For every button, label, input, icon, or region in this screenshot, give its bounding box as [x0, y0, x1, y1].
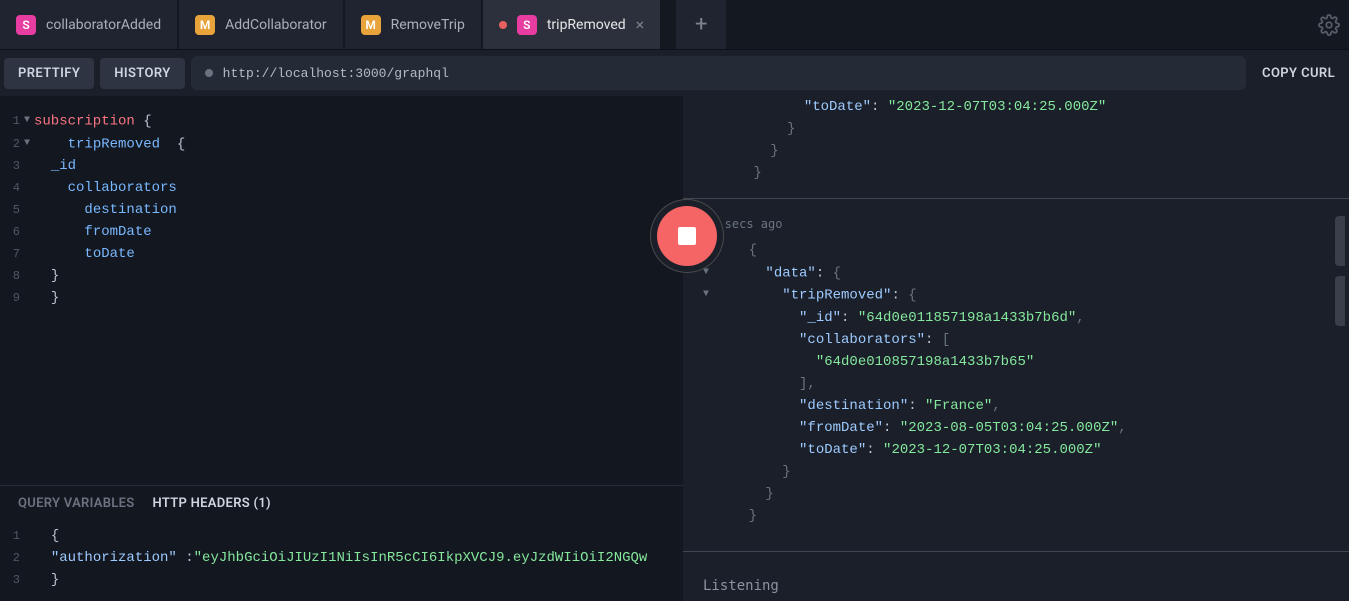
code-line: 1▼subscription {	[4, 110, 683, 133]
tab-label: tripRemoved	[547, 17, 626, 33]
code-line: 3 _id	[4, 155, 683, 177]
tab-label: AddCollaborator	[225, 17, 327, 33]
prettify-button[interactable]: PRETTIFY	[4, 58, 94, 89]
endpoint-url: http://localhost:3000/graphql	[223, 66, 449, 81]
code-line: 4 collaborators	[4, 177, 683, 199]
new-tab-button[interactable]: +	[676, 0, 726, 49]
status-dot-icon	[205, 69, 213, 77]
tab-add-collaborator[interactable]: M AddCollaborator	[179, 0, 343, 49]
settings-button[interactable]	[1309, 0, 1349, 49]
code-line: 3 }	[4, 569, 683, 591]
result-pane[interactable]: "toDate": "2023-12-07T03:04:25.000Z" } }…	[683, 96, 1349, 601]
unsaved-dot-icon	[499, 21, 507, 29]
endpoint-input[interactable]: http://localhost:3000/graphql	[191, 56, 1246, 90]
code-line: 8 }	[4, 265, 683, 287]
tab-bar: S collaboratorAdded M AddCollaborator M …	[0, 0, 1349, 50]
query-editor[interactable]: 1▼subscription {2▼ tripRemoved {3 _id4 c…	[0, 96, 683, 485]
schema-handle[interactable]	[1335, 276, 1345, 326]
history-button[interactable]: HISTORY	[100, 58, 184, 89]
toolbar: PRETTIFY HISTORY http://localhost:3000/g…	[0, 50, 1349, 96]
gear-icon	[1318, 14, 1340, 36]
code-line: 5 destination	[4, 199, 683, 221]
tab-query-variables[interactable]: QUERY VARIABLES	[18, 496, 135, 511]
subscription-badge-icon: S	[16, 15, 36, 35]
listening-status: Listening	[703, 562, 1341, 594]
variables-panel: QUERY VARIABLES HTTP HEADERS (1) 1 {2 "a…	[0, 485, 683, 601]
mutation-badge-icon: M	[361, 15, 381, 35]
headers-editor[interactable]: 1 {2 "authorization" :"eyJhbGciOiJIUzI1N…	[0, 521, 683, 601]
tab-label: RemoveTrip	[391, 17, 465, 33]
code-line: 2▼ tripRemoved {	[4, 133, 683, 156]
tab-collaborator-added[interactable]: S collaboratorAdded	[0, 0, 177, 49]
result-divider	[683, 198, 1349, 199]
side-handles	[1335, 216, 1345, 336]
code-line: 7 toDate	[4, 243, 683, 265]
result-timestamp: 11 secs ago	[703, 215, 1341, 239]
subscription-badge-icon: S	[517, 15, 537, 35]
copy-curl-button[interactable]: COPY CURL	[1252, 66, 1345, 81]
main-area: 1▼subscription {2▼ tripRemoved {3 _id4 c…	[0, 96, 1349, 601]
result-block: 11 secs ago ▼ {▼ "data": {▼ "tripRemoved…	[703, 209, 1341, 537]
tab-http-headers[interactable]: HTTP HEADERS (1)	[153, 496, 271, 511]
result-divider	[683, 551, 1349, 552]
tab-trip-removed[interactable]: S tripRemoved ×	[483, 0, 660, 49]
docs-handle[interactable]	[1335, 216, 1345, 266]
result-json: ▼ {▼ "data": {▼ "tripRemoved": { "_id": …	[703, 239, 1341, 527]
code-line: 1 {	[4, 525, 683, 547]
tab-remove-trip[interactable]: M RemoveTrip	[345, 0, 481, 49]
code-line: 6 fromDate	[4, 221, 683, 243]
stop-button[interactable]	[657, 206, 717, 266]
tab-label: collaboratorAdded	[46, 17, 161, 33]
plus-icon: +	[695, 12, 707, 37]
query-editor-pane: 1▼subscription {2▼ tripRemoved {3 _id4 c…	[0, 96, 683, 601]
close-icon[interactable]: ×	[636, 15, 645, 34]
mutation-badge-icon: M	[195, 15, 215, 35]
code-line: 2 "authorization" :"eyJhbGciOiJIUzI1NiIs…	[4, 547, 683, 569]
result-fragment: "toDate": "2023-12-07T03:04:25.000Z" } }…	[703, 96, 1341, 184]
code-line: 9 }	[4, 287, 683, 309]
